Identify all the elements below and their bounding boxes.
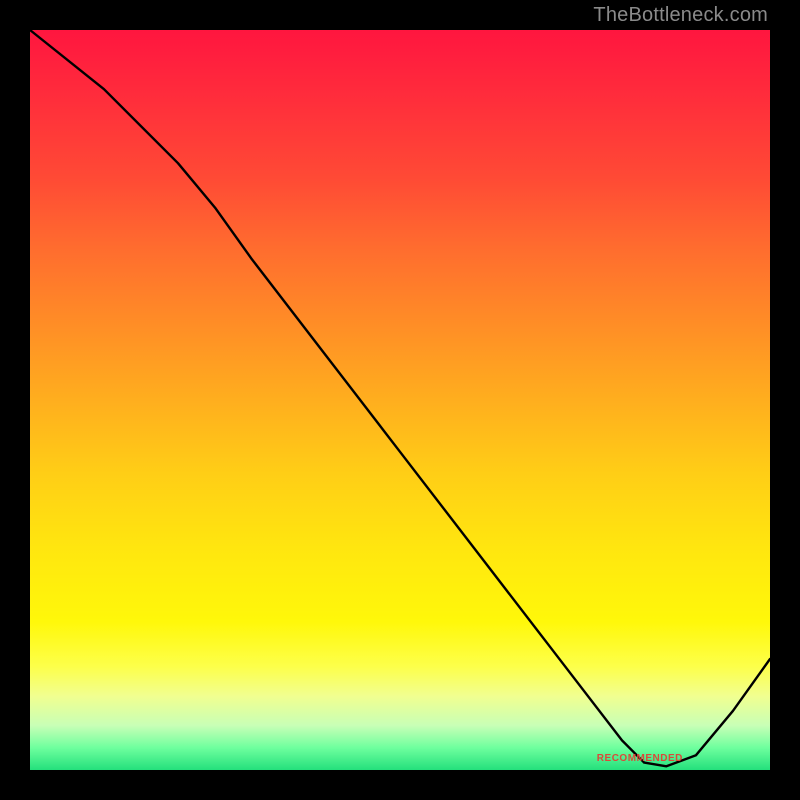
chart-line [30,30,770,766]
watermark-text: TheBottleneck.com [593,4,768,27]
chart-frame: TheBottleneck.com RECOMMENDED [0,0,800,800]
recommended-annotation: RECOMMENDED [597,753,683,764]
chart-overlay [30,30,770,770]
